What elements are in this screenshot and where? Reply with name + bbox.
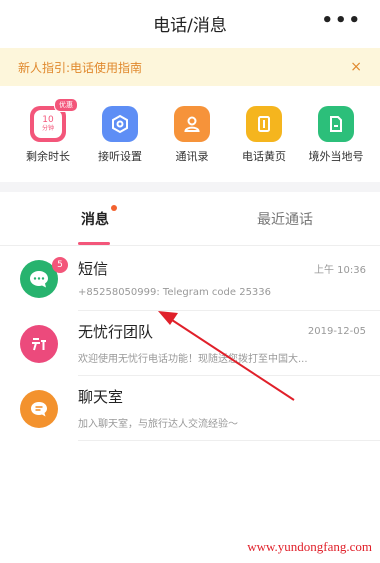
watermark: www.yundongfang.com [247, 539, 372, 554]
annotation-arrow [158, 311, 295, 401]
